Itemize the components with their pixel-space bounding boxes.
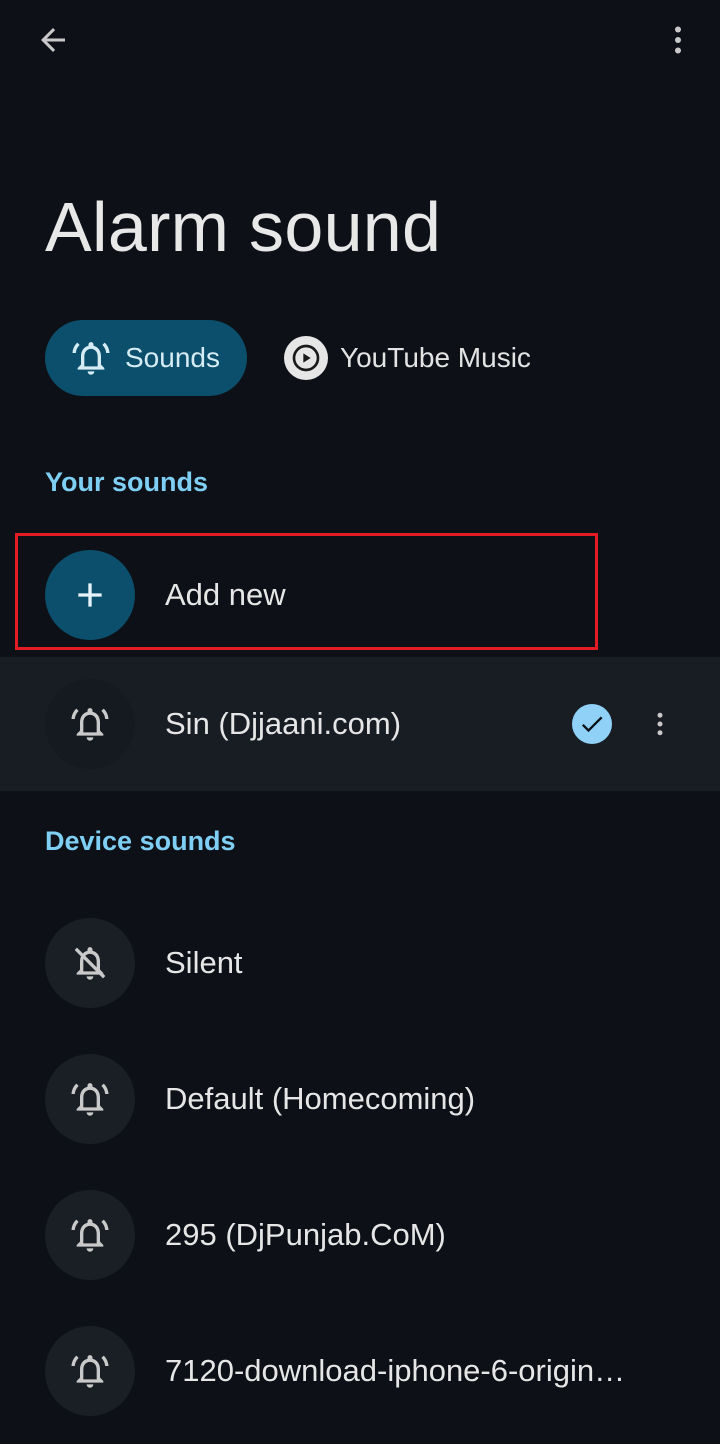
alarm-off-icon xyxy=(45,918,135,1008)
section-header-your-sounds: Your sounds xyxy=(45,467,209,497)
alarm-bell-icon xyxy=(45,1326,135,1416)
list-item-sound[interactable]: Default (Homecoming) xyxy=(0,1032,720,1166)
section-header-device-sounds: Device sounds xyxy=(45,826,236,856)
more-options-button[interactable] xyxy=(650,12,706,68)
alarm-bell-icon xyxy=(45,1190,135,1280)
sound-label: 7120-download-iphone-6-origin… xyxy=(165,1353,626,1388)
tab-youtube-music[interactable]: YouTube Music xyxy=(268,320,558,396)
add-new-label: Add new xyxy=(165,577,286,612)
add-new-sound-button[interactable]: Add new xyxy=(0,528,720,662)
sound-label: Default (Homecoming) xyxy=(165,1081,476,1116)
tab-youtube-music-label: YouTube Music xyxy=(340,342,531,373)
tab-sounds-label: Sounds xyxy=(125,342,220,373)
sound-more-options-button[interactable] xyxy=(636,700,684,748)
back-button[interactable] xyxy=(25,12,81,68)
alarm-bell-icon xyxy=(45,1054,135,1144)
list-item-sound[interactable]: 7120-download-iphone-6-origin… xyxy=(0,1304,720,1438)
youtube-music-icon xyxy=(284,336,328,380)
more-vert-icon xyxy=(657,712,663,736)
sound-label: Sin (Djjaani.com) xyxy=(165,706,402,741)
more-vert-icon xyxy=(675,26,681,54)
alarm-bell-icon xyxy=(72,342,110,375)
page-title: Alarm sound xyxy=(45,188,442,266)
list-item-sound[interactable]: Silent xyxy=(0,896,720,1030)
list-item-sound[interactable]: 295 (DjPunjab.CoM) xyxy=(0,1168,720,1302)
alarm-bell-icon xyxy=(45,679,135,769)
sound-label: 295 (DjPunjab.CoM) xyxy=(165,1217,446,1252)
sound-label: Silent xyxy=(165,945,243,980)
list-item-sound[interactable]: Sin (Djjaani.com) xyxy=(0,657,720,791)
arrow-back-icon xyxy=(41,28,65,52)
add-icon xyxy=(45,550,135,640)
check-circle-icon xyxy=(572,704,612,744)
tab-sounds[interactable]: Sounds xyxy=(45,320,247,396)
top-app-bar xyxy=(0,0,720,84)
